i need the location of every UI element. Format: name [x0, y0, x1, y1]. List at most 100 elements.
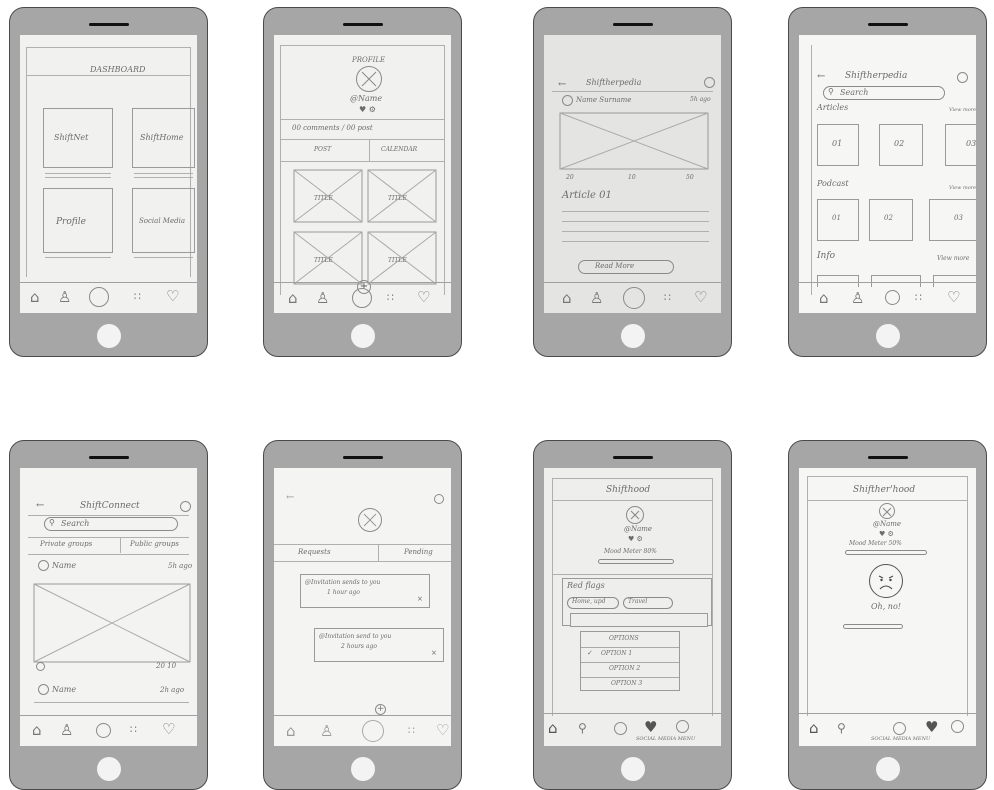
- back-arrow-icon[interactable]: ←: [817, 71, 825, 82]
- phone-home-button[interactable]: [96, 324, 121, 348]
- social-media-menu-label[interactable]: SOCIAL MEDIA MENU: [636, 736, 695, 742]
- tile-profile[interactable]: Profile: [43, 188, 113, 253]
- heart-icon[interactable]: ♡: [162, 722, 175, 737]
- invitation-card[interactable]: @Invitation send to you 2 hours ago ×: [314, 628, 444, 662]
- back-arrow-icon[interactable]: ←: [286, 492, 294, 503]
- article-card[interactable]: 03: [945, 124, 976, 166]
- screen: ← ShiftConnect ⚲ Search Private groups P…: [20, 468, 197, 746]
- tile-social-media[interactable]: Social Media: [132, 188, 195, 253]
- article-card[interactable]: 02: [879, 124, 923, 166]
- center-button[interactable]: [623, 287, 645, 309]
- center-button[interactable]: [96, 723, 111, 738]
- phone-home-button[interactable]: [875, 324, 900, 348]
- user-icon[interactable]: ♙: [316, 291, 329, 306]
- search-icon[interactable]: ⚲: [837, 721, 846, 736]
- view-more-link[interactable]: View more: [949, 185, 976, 191]
- info-icon[interactable]: [434, 494, 444, 504]
- home-icon[interactable]: ⌂: [819, 291, 829, 306]
- podcast-card[interactable]: 03: [929, 199, 976, 241]
- grid-icon[interactable]: ∷: [134, 289, 141, 304]
- home-icon[interactable]: ⌂: [30, 290, 40, 305]
- progress-slider[interactable]: [843, 624, 903, 629]
- home-icon[interactable]: ⌂: [809, 721, 819, 736]
- heart-icon[interactable]: ♡: [436, 723, 449, 738]
- home-icon[interactable]: ⌂: [32, 723, 42, 738]
- profile-name: @Name: [624, 525, 653, 533]
- user-icon[interactable]: ♙: [590, 291, 603, 306]
- search-icon[interactable]: ⚲: [578, 721, 587, 736]
- home-icon[interactable]: ⌂: [548, 721, 558, 736]
- card-title: TITLE: [388, 195, 407, 202]
- social-media-menu-label[interactable]: SOCIAL MEDIA MENU: [871, 736, 930, 742]
- view-more-link[interactable]: View more: [937, 255, 969, 262]
- options-input[interactable]: [570, 613, 708, 627]
- grid-icon[interactable]: ∷: [915, 290, 922, 305]
- podcast-card[interactable]: 02: [869, 199, 913, 241]
- option-item[interactable]: OPTION 2: [581, 662, 679, 678]
- speaker: [342, 23, 383, 26]
- tile-shiftnet[interactable]: ShiftNet: [43, 108, 113, 168]
- phone-home-button[interactable]: [620, 757, 645, 781]
- screen: ← Requests Pending @Invitation sends to …: [274, 468, 451, 746]
- tab-requests[interactable]: Requests: [298, 548, 331, 556]
- phone-home-button[interactable]: [875, 757, 900, 781]
- grid-icon[interactable]: ∷: [664, 290, 671, 305]
- author-avatar: [38, 684, 49, 695]
- podcast-card[interactable]: 01: [817, 199, 859, 241]
- phone-home-button[interactable]: [620, 324, 645, 348]
- options-dropdown[interactable]: OPTIONS ✓ OPTION 1 OPTION 2 OPTION 3: [580, 631, 680, 691]
- chip-home[interactable]: Home, upd: [567, 597, 619, 609]
- user-icon[interactable]: ♙: [60, 723, 73, 738]
- user-icon[interactable]: ♙: [320, 724, 333, 739]
- dismiss-icon[interactable]: ×: [417, 595, 423, 603]
- center-button[interactable]: [885, 290, 900, 305]
- grid-icon[interactable]: ∷: [130, 722, 137, 737]
- home-icon[interactable]: ⌂: [562, 291, 572, 306]
- phone-home-button[interactable]: [96, 757, 121, 781]
- invitation-card[interactable]: @Invitation sends to you 1 hour ago ×: [300, 574, 430, 608]
- dismiss-icon[interactable]: ×: [431, 649, 437, 657]
- heart-icon[interactable]: ♡: [166, 289, 179, 304]
- phone-home-button[interactable]: [350, 324, 375, 348]
- add-button[interactable]: +: [375, 704, 386, 715]
- user-icon[interactable]: ♙: [851, 291, 864, 306]
- close-circle-icon[interactable]: [893, 722, 906, 735]
- tile-shifthome[interactable]: ShiftHome: [132, 108, 195, 168]
- read-more-button[interactable]: Read More: [578, 260, 674, 274]
- home-icon[interactable]: ⌂: [286, 724, 296, 739]
- heart-icon[interactable]: ♥: [925, 720, 938, 735]
- stat-comments: 10: [628, 174, 636, 181]
- speaker: [88, 456, 129, 459]
- phone-home-button[interactable]: [350, 757, 375, 781]
- heart-icon[interactable]: ♥: [644, 720, 657, 735]
- option-label: OPTION 3: [611, 680, 643, 687]
- phone-dashboard: DASHBOARD ShiftNet ShiftHome Profile Soc…: [9, 7, 208, 357]
- option-item[interactable]: ✓ OPTION 1: [581, 647, 679, 663]
- user-icon[interactable]: ♙: [58, 290, 71, 305]
- chip-travel[interactable]: Travel: [623, 597, 673, 609]
- search-input[interactable]: ⚲ Search: [823, 86, 945, 100]
- home-icon[interactable]: ⌂: [288, 291, 298, 306]
- author-name: Name: [52, 685, 77, 694]
- info-icon[interactable]: [957, 72, 968, 83]
- avatar-placeholder-icon: [363, 513, 377, 527]
- grid-icon[interactable]: ∷: [408, 723, 415, 738]
- close-circle-icon[interactable]: [951, 720, 964, 733]
- phone-shifthood-options: Shifthood @Name ♥ ⚙ Mood Meter 80% Red f…: [533, 440, 732, 790]
- option-item[interactable]: OPTION 3: [581, 677, 679, 692]
- heart-icon[interactable]: ♡: [947, 290, 960, 305]
- heart-gear-icon: ♥ ⚙: [628, 535, 643, 543]
- article-card[interactable]: 01: [817, 124, 859, 166]
- center-button[interactable]: [89, 287, 109, 307]
- heart-icon[interactable]: ♡: [694, 290, 707, 305]
- center-button[interactable]: [362, 720, 384, 742]
- close-circle-icon[interactable]: [614, 722, 627, 735]
- grid-icon[interactable]: ∷: [387, 290, 394, 305]
- add-reaction-icon[interactable]: [36, 662, 45, 671]
- center-button[interactable]: [352, 288, 372, 308]
- close-circle-icon[interactable]: [676, 720, 689, 733]
- phone-shiftherpedia-article: ← Shiftherpedia Name Surname 5h ago 20 1…: [533, 7, 732, 357]
- tab-pending[interactable]: Pending: [404, 548, 433, 556]
- view-more-link[interactable]: View more: [949, 107, 976, 113]
- heart-icon[interactable]: ♡: [417, 290, 430, 305]
